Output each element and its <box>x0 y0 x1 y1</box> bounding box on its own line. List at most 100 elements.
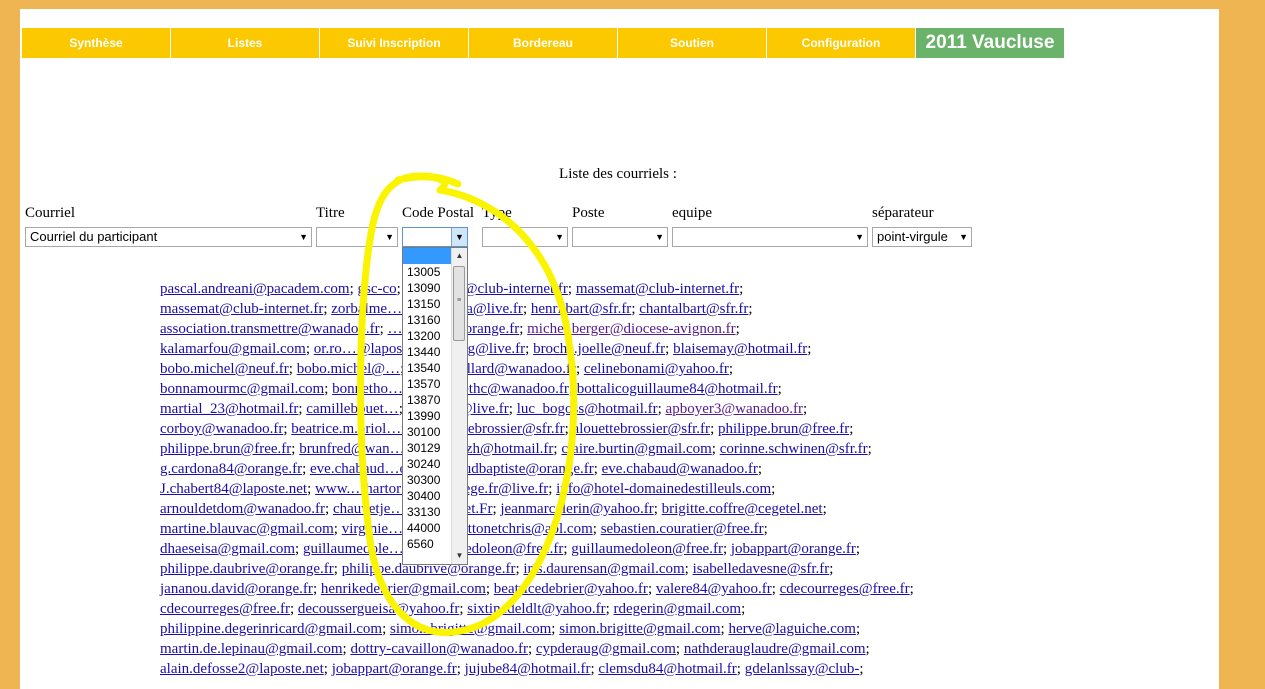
code-postal-option[interactable]: 13570 <box>403 376 453 392</box>
nav-item-soutien[interactable]: Soutien <box>618 28 766 58</box>
code-postal-option[interactable]: 33130 <box>403 504 453 520</box>
email-link[interactable]: nathderauglaudre@gmail.com <box>684 641 866 657</box>
code-postal-option[interactable]: 13440 <box>403 344 453 360</box>
poste-select[interactable]: ▼ <box>572 227 668 247</box>
email-link[interactable]: martin.de.lepinau@gmail.com <box>160 641 343 657</box>
email-link[interactable]: clemsdu84@hotmail.fr <box>598 661 736 677</box>
nav-item-listes[interactable]: Listes <box>171 28 319 58</box>
nav-item-synthese[interactable]: Synthèse <box>22 28 170 58</box>
email-link[interactable]: jeanmarcclerin@yahoo.fr <box>500 501 653 517</box>
email-link[interactable]: broche.joelle@neuf.fr <box>533 341 665 357</box>
code-postal-option[interactable]: 6560 <box>403 536 453 552</box>
email-link[interactable]: massemat@club-internet.fr <box>160 301 323 317</box>
email-link[interactable]: kalamarfou@gmail.com <box>160 341 306 357</box>
email-link[interactable]: jobappart@orange.fr <box>731 541 856 557</box>
email-link[interactable]: camillebouet… <box>306 401 398 417</box>
code-postal-option[interactable]: 13160 <box>403 312 453 328</box>
email-link[interactable]: rdegerin@gmail.com <box>614 601 742 617</box>
scrollbar-thumb[interactable]: ≡ <box>453 266 465 341</box>
code-postal-option[interactable]: 13005 <box>403 264 453 280</box>
email-link[interactable]: simon.brigitte@gmail.com <box>390 621 551 637</box>
email-link[interactable]: iris.daurensan@gmail.com <box>523 561 684 577</box>
code-postal-option[interactable]: 13200 <box>403 328 453 344</box>
email-link[interactable]: info@hotel-domainedestilleuls.com <box>556 481 771 497</box>
email-link[interactable]: claire.burtin@gmail.com <box>561 441 711 457</box>
courriel-select[interactable]: Courriel du participant ▼ <box>25 227 312 247</box>
email-link[interactable]: cypderaug@gmail.com <box>536 641 676 657</box>
email-link[interactable]: g.cardona84@orange.fr <box>160 461 302 477</box>
titre-select[interactable]: ▼ <box>316 227 398 247</box>
email-link[interactable]: henri.bart@sfr.fr <box>531 301 631 317</box>
nav-item-configuration[interactable]: Configuration <box>767 28 915 58</box>
email-link[interactable]: philippe.brun@free.fr <box>718 421 849 437</box>
email-link[interactable]: cottonetchris@aol.com <box>454 521 593 537</box>
email-link[interactable]: henrikedebrier@gmail.com <box>321 581 486 597</box>
email-link[interactable]: jananou.david@orange.fr <box>160 581 313 597</box>
email-link[interactable]: sebastien.couratier@free.fr <box>601 521 764 537</box>
email-link[interactable]: alouettebrossier@sfr.fr <box>573 421 711 437</box>
email-link[interactable]: guillaumedoleon@free.fr <box>571 541 723 557</box>
code-postal-dropdown[interactable]: 13005 13090 13150 13160 13200 13440 13540 13570… <box>402 247 468 565</box>
email-link[interactable]: gdelanlssay@club- <box>745 661 860 677</box>
email-link[interactable]: corboy@wanadoo.fr <box>160 421 283 437</box>
email-link[interactable]: simon.brigitte@gmail.com <box>559 621 720 637</box>
email-link[interactable]: bonnamourmc@gmail.com <box>160 381 324 397</box>
email-link[interactable]: pascal.andreani@pacadem.com <box>160 281 350 297</box>
code-postal-option[interactable]: 13090 <box>403 280 453 296</box>
email-link[interactable]: cdecourreges@free.fr <box>780 581 910 597</box>
code-postal-option[interactable]: 30129 <box>403 440 453 456</box>
email-link[interactable]: philippine.degerinricard@gmail.com <box>160 621 382 637</box>
dropdown-scrollbar[interactable]: ▲ ≡ ▼ <box>451 248 467 564</box>
code-postal-option[interactable]: 30100 <box>403 424 453 440</box>
email-link[interactable]: cdecourreges@free.fr <box>160 601 290 617</box>
email-link[interactable]: philippe.daubrive@orange.fr <box>160 561 334 577</box>
email-link[interactable]: bottalicoguillaume84@hotmail.fr <box>577 381 778 397</box>
scroll-up-icon[interactable]: ▲ <box>452 248 467 264</box>
code-postal-option[interactable]: 44000 <box>403 520 453 536</box>
code-postal-option[interactable]: 13870 <box>403 392 453 408</box>
email-link[interactable]: guillaumedole… <box>303 541 404 557</box>
email-link[interactable]: association.transmettre@wanadoo.fr <box>160 321 380 337</box>
email-link[interactable]: gsc-co <box>357 281 396 297</box>
email-link[interactable]: blaisemay@hotmail.fr <box>673 341 807 357</box>
email-link[interactable]: valere84@yahoo.fr <box>656 581 772 597</box>
type-select[interactable]: ▼ <box>482 227 568 247</box>
email-link[interactable]: brunfred@wan… <box>299 441 404 457</box>
email-link[interactable]: apboyer3@wanadoo.fr <box>666 401 804 417</box>
email-link[interactable]: J.chabert84@laposte.net <box>160 481 307 497</box>
email-link[interactable]: martial_23@hotmail.fr <box>160 401 298 417</box>
email-link[interactable]: alain.defosse2@laposte.net <box>160 661 324 677</box>
email-link[interactable]: decoussergueisa@yahoo.fr <box>298 601 459 617</box>
email-link[interactable]: jobappart@orange.fr <box>332 661 457 677</box>
email-link[interactable]: celinebonami@yahoo.fr <box>584 361 729 377</box>
nav-item-bordereau[interactable]: Bordereau <box>469 28 617 58</box>
email-link[interactable]: eve.chabaud@wanadoo.fr <box>602 461 758 477</box>
email-link[interactable]: beatrice.m.briol…r.fr <box>291 421 419 437</box>
email-link[interactable]: beatricedebrier@yahoo.fr <box>494 581 648 597</box>
email-link[interactable]: jujube84@hotmail.fr <box>465 661 591 677</box>
email-link[interactable]: michel.berger@diocese-avignon.fr <box>527 321 735 337</box>
email-link[interactable]: bobo.michel@neuf.fr <box>160 361 289 377</box>
email-link[interactable]: brigitte.coffre@cegetel.net <box>662 501 823 517</box>
email-link[interactable]: martine.blauvac@gmail.com <box>160 521 334 537</box>
email-link[interactable]: corinne.schwinen@sfr.fr <box>720 441 868 457</box>
code-postal-option[interactable] <box>403 248 453 264</box>
code-postal-option[interactable]: 30400 <box>403 488 453 504</box>
equipe-select[interactable]: ▼ <box>672 227 868 247</box>
email-link[interactable]: arnouldetdom@wanadoo.fr <box>160 501 325 517</box>
nav-item-suivi-inscription[interactable]: Suivi Inscription <box>320 28 468 58</box>
email-link[interactable]: dottry-cavaillon@wanadoo.fr <box>350 641 528 657</box>
code-postal-option[interactable]: 13150 <box>403 296 453 312</box>
code-postal-option[interactable]: 30240 <box>403 456 453 472</box>
email-link[interactable]: bobo.michel@… <box>297 361 400 377</box>
code-postal-option[interactable]: 13990 <box>403 408 453 424</box>
code-postal-option[interactable]: 13540 <box>403 360 453 376</box>
email-link[interactable]: luc_bogoss@hotmail.fr <box>517 401 658 417</box>
code-postal-select[interactable]: ▼ <box>402 227 468 247</box>
email-link[interactable]: isabelledavesne@sfr.fr <box>693 561 830 577</box>
email-link[interactable]: chantalbart@sfr.fr <box>639 301 748 317</box>
code-postal-option[interactable]: 30300 <box>403 472 453 488</box>
separateur-select[interactable]: point-virgule ▼ <box>872 227 972 247</box>
email-link[interactable]: sixtinedeldlt@yahoo.fr <box>467 601 605 617</box>
email-link[interactable]: dhaeseisa@gmail.com <box>160 541 295 557</box>
